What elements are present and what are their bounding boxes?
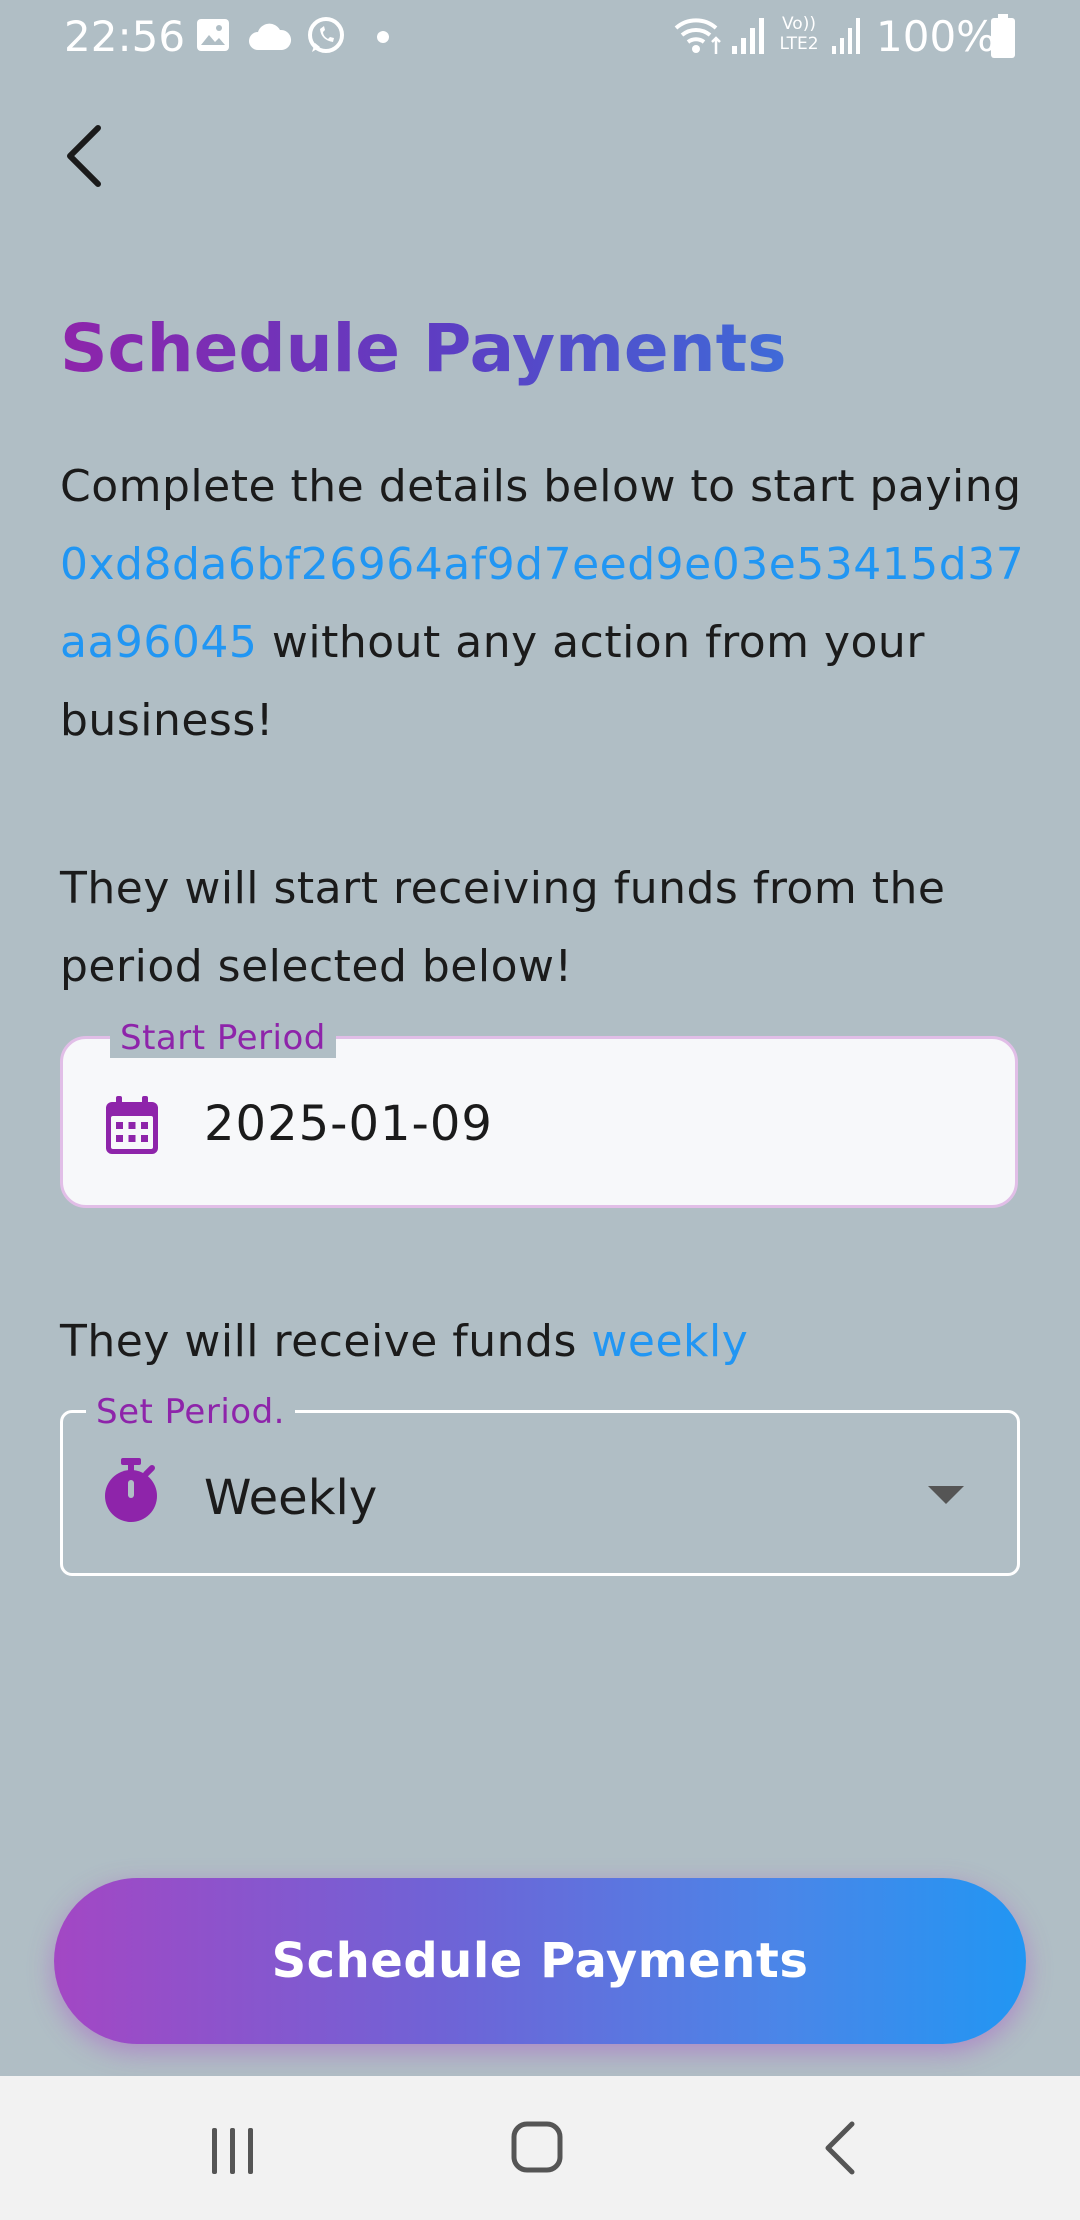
- volte-lte2-icon: Vo)) LTE2: [776, 14, 822, 54]
- frequency-info-text: They will receive funds weekly: [60, 1310, 748, 1374]
- intro-text-before: Complete the details below to start payi…: [60, 461, 1022, 512]
- start-period-label: Start Period: [110, 1018, 336, 1058]
- signal-icon: [832, 18, 860, 54]
- timer-icon: [105, 1458, 157, 1522]
- dot-icon: [377, 31, 389, 43]
- status-bar: 22:56 Vo)) LTE2 100%: [0, 0, 1080, 74]
- image-icon: [197, 19, 229, 51]
- page-title: Schedule Payments: [60, 310, 787, 387]
- whatsapp-icon: [308, 17, 344, 53]
- chevron-left-icon: [67, 125, 101, 187]
- calendar-icon: [106, 1096, 158, 1154]
- frequency-info-value: weekly: [591, 1316, 749, 1367]
- recent-apps-icon[interactable]: [208, 2126, 258, 2176]
- set-period-label: Set Period.: [86, 1392, 295, 1432]
- signal-icon: [732, 18, 764, 54]
- home-icon[interactable]: [510, 2120, 564, 2174]
- back-button[interactable]: [58, 120, 110, 192]
- battery-percent: 100%: [876, 12, 997, 61]
- frequency-info-prefix: They will receive funds: [60, 1316, 592, 1367]
- cloud-icon: [249, 23, 292, 50]
- lte-label: LTE2: [779, 34, 819, 54]
- status-time: 22:56: [64, 12, 186, 61]
- dropdown-arrow-icon[interactable]: [928, 1486, 964, 1506]
- schedule-payments-button[interactable]: Schedule Payments: [54, 1878, 1026, 2044]
- start-info-text: They will start receiving funds from the…: [60, 863, 946, 992]
- wifi-icon: [674, 18, 721, 54]
- intro-text: Complete the details below to start payi…: [60, 448, 1030, 760]
- volte-label: Vo)): [782, 14, 816, 34]
- start-period-value: 2025-01-09: [204, 1096, 493, 1152]
- battery-icon: [991, 14, 1015, 58]
- back-icon[interactable]: [820, 2120, 860, 2176]
- set-period-value: Weekly: [204, 1470, 378, 1526]
- system-nav-bar: [0, 2076, 1080, 2220]
